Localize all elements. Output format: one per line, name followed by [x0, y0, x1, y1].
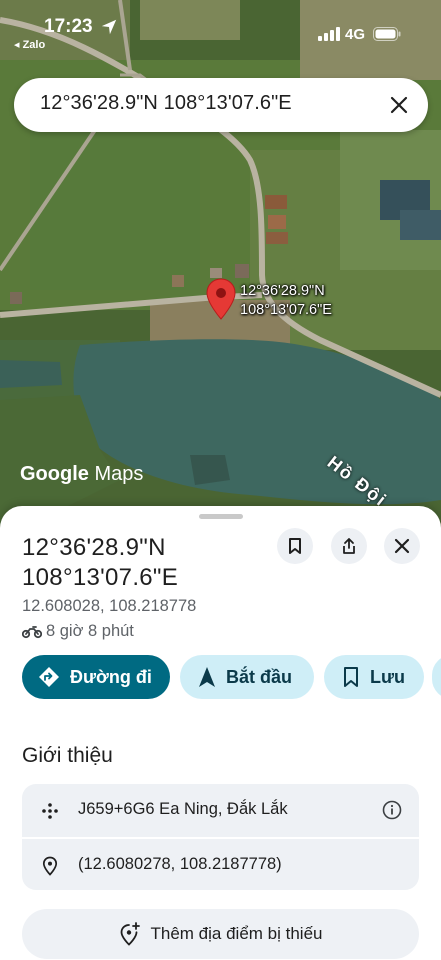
title-lat: 12°36'28.9"N — [22, 534, 166, 561]
map-view[interactable]: 17:23 ◂ Zalo 4G 12°36'28.9"N 108°13'07.6… — [0, 0, 441, 540]
action-chips: Đường đi Bắt đầu Lưu — [22, 655, 441, 699]
start-label: Bắt đầu — [226, 666, 293, 687]
plus-code-text: J659+6G6 Ea Ning, Đắk Lắk — [78, 800, 288, 818]
decimal-coordinates: 12.608028, 108.218778 — [22, 597, 197, 615]
back-to-app-link[interactable]: ◂ Zalo — [14, 38, 45, 51]
eta-text: 8 giờ 8 phút — [46, 622, 134, 640]
info-icon[interactable] — [381, 799, 403, 821]
close-icon — [394, 538, 410, 554]
close-icon[interactable] — [386, 92, 412, 118]
save-label: Lưu — [370, 666, 406, 687]
start-navigation-button[interactable]: Bắt đầu — [180, 655, 314, 699]
battery-icon — [373, 27, 401, 41]
navigation-arrow-icon — [199, 667, 215, 687]
more-actions-chip[interactable] — [432, 655, 441, 699]
pin-label-lng: 108°13'07.6"E — [240, 302, 332, 318]
cellular-signal-icon — [318, 27, 340, 41]
directions-label: Đường đi — [70, 666, 152, 687]
directions-icon — [39, 667, 59, 687]
search-query[interactable]: 12°36'28.9"N 108°13'07.6"E — [40, 92, 292, 115]
pin-label: 12°36'28.9"N 108°13'07.6"E — [240, 282, 332, 320]
info-card: J659+6G6 Ea Ning, Đắk Lắk (12.6080278, 1… — [22, 784, 419, 890]
title-lng: 108°13'07.6"E — [22, 564, 179, 591]
directions-button[interactable]: Đường đi — [22, 655, 170, 699]
add-missing-place-button[interactable]: Thêm địa điểm bị thiếu — [22, 909, 419, 959]
share-icon — [343, 538, 355, 554]
bookmark-icon — [344, 667, 358, 687]
place-sheet[interactable]: 12°36'28.9"N 108°13'07.6"E 12.608028, 10… — [0, 506, 441, 960]
place-title: 12°36'28.9"N 108°13'07.6"E — [22, 533, 272, 593]
precise-coordinates-text: (12.6080278, 108.2187778) — [78, 855, 282, 873]
coordinates-row[interactable]: (12.6080278, 108.2187778) — [22, 839, 419, 892]
motorbike-icon — [21, 626, 43, 639]
add-location-icon — [120, 922, 140, 946]
network-type: 4G — [345, 26, 366, 43]
plus-code-icon — [42, 803, 58, 819]
drag-handle[interactable] — [199, 514, 243, 519]
share-button[interactable] — [331, 528, 367, 564]
bookmark-icon — [289, 538, 301, 554]
status-bar: 17:23 ◂ Zalo 4G — [0, 0, 441, 51]
location-pin-icon — [42, 856, 58, 876]
clock: 17:23 — [44, 16, 93, 37]
save-button[interactable]: Lưu — [324, 655, 424, 699]
search-bar[interactable]: 12°36'28.9"N 108°13'07.6"E — [14, 78, 428, 132]
plus-code-row[interactable]: J659+6G6 Ea Ning, Đắk Lắk — [22, 784, 419, 837]
add-place-label: Thêm địa điểm bị thiếu — [150, 924, 323, 943]
travel-time: 8 giờ 8 phút — [21, 622, 134, 641]
logo-google: Google — [20, 463, 89, 485]
close-sheet-button[interactable] — [384, 528, 420, 564]
google-maps-logo: Google Maps — [20, 463, 143, 486]
pin-label-lat: 12°36'28.9"N — [240, 283, 325, 299]
logo-maps: Maps — [94, 463, 144, 485]
about-heading: Giới thiệu — [22, 744, 113, 767]
map-pin-icon[interactable] — [206, 278, 236, 320]
location-arrow-icon — [101, 19, 117, 35]
save-bookmark-button[interactable] — [277, 528, 313, 564]
